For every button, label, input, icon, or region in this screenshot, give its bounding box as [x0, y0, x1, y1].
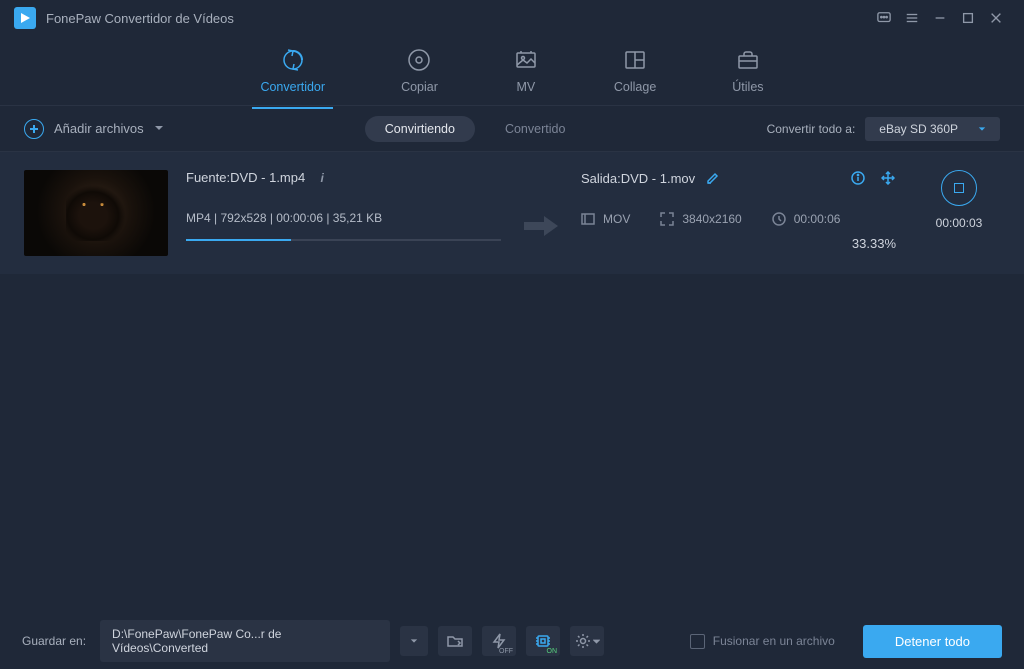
preset-value: eBay SD 360P	[879, 122, 958, 136]
main-nav: Convertidor Copiar MV Collage Útiles	[0, 36, 1024, 106]
source-filename: Fuente:DVD - 1.mp4	[186, 170, 305, 185]
progress-bar	[186, 239, 501, 241]
gpu-toggle[interactable]: ON	[526, 626, 560, 656]
hardware-accel-toggle[interactable]: OFF	[482, 626, 516, 656]
add-files-label: Añadir archivos	[54, 121, 144, 136]
tab-copiar[interactable]: Copiar	[393, 42, 446, 100]
progress-percent: 33.33%	[581, 236, 896, 251]
output-duration: 00:00:06	[772, 212, 841, 226]
bottom-bar: Guardar en: D:\FonePaw\FonePaw Co...r de…	[0, 613, 1024, 669]
tab-convertidor[interactable]: Convertidor	[252, 42, 333, 100]
close-button[interactable]	[982, 4, 1010, 32]
toolbox-icon	[736, 48, 760, 72]
plus-icon	[24, 119, 44, 139]
app-logo	[14, 7, 36, 29]
source-metadata: MP4 | 792x528 | 00:00:06 | 35,21 KB	[186, 211, 501, 225]
edit-icon[interactable]	[705, 170, 721, 186]
tab-collage[interactable]: Collage	[606, 42, 664, 100]
tab-label: Copiar	[401, 80, 438, 94]
sub-toolbar: Añadir archivos Convirtiendo Convertido …	[0, 106, 1024, 152]
stop-all-button[interactable]: Detener todo	[863, 625, 1002, 658]
title-bar: FonePaw Convertidor de Vídeos	[0, 0, 1024, 36]
output-resolution: 3840x2160	[660, 212, 741, 226]
collage-icon	[623, 48, 647, 72]
status-tab-converted[interactable]: Convertido	[505, 122, 565, 136]
minimize-button[interactable]	[926, 4, 954, 32]
status-tab-converting[interactable]: Convirtiendo	[365, 116, 475, 142]
feedback-icon[interactable]	[870, 4, 898, 32]
merge-checkbox[interactable]: Fusionar en un archivo	[690, 634, 835, 649]
tab-label: Collage	[614, 80, 656, 94]
tab-label: Útiles	[732, 80, 763, 94]
tab-utiles[interactable]: Útiles	[724, 42, 771, 100]
item-info-icon[interactable]	[850, 170, 866, 186]
output-filename: Salida:DVD - 1.mov	[581, 171, 695, 186]
tab-mv[interactable]: MV	[506, 42, 546, 100]
disc-icon	[407, 48, 431, 72]
settings-button[interactable]	[570, 626, 604, 656]
tab-label: MV	[517, 80, 536, 94]
convert-icon	[281, 48, 305, 72]
move-icon[interactable]	[880, 170, 896, 186]
tab-label: Convertidor	[260, 80, 325, 94]
image-icon	[514, 48, 538, 72]
merge-label: Fusionar en un archivo	[713, 634, 835, 648]
stop-item-button[interactable]	[941, 170, 977, 206]
output-preset-dropdown[interactable]: eBay SD 360P	[865, 117, 1000, 141]
conversion-item: Fuente:DVD - 1.mp4 i MP4 | 792x528 | 00:…	[0, 152, 1024, 274]
output-format: MOV	[581, 212, 630, 226]
maximize-button[interactable]	[954, 4, 982, 32]
chevron-down-icon	[154, 121, 164, 136]
progress-fill	[186, 239, 291, 241]
open-folder-button[interactable]	[438, 626, 472, 656]
add-files-button[interactable]: Añadir archivos	[24, 119, 164, 139]
output-path-field[interactable]: D:\FonePaw\FonePaw Co...r de Vídeos\Conv…	[100, 620, 390, 662]
convert-all-label: Convertir todo a:	[767, 122, 856, 136]
info-icon[interactable]: i	[315, 171, 329, 185]
checkbox-icon	[690, 634, 705, 649]
arrow-right-icon	[521, 200, 561, 251]
elapsed-time: 00:00:03	[936, 216, 983, 230]
save-in-label: Guardar en:	[22, 634, 86, 648]
menu-icon[interactable]	[898, 4, 926, 32]
path-dropdown[interactable]	[400, 626, 428, 656]
video-thumbnail[interactable]	[24, 170, 168, 256]
app-title: FonePaw Convertidor de Vídeos	[46, 11, 234, 26]
